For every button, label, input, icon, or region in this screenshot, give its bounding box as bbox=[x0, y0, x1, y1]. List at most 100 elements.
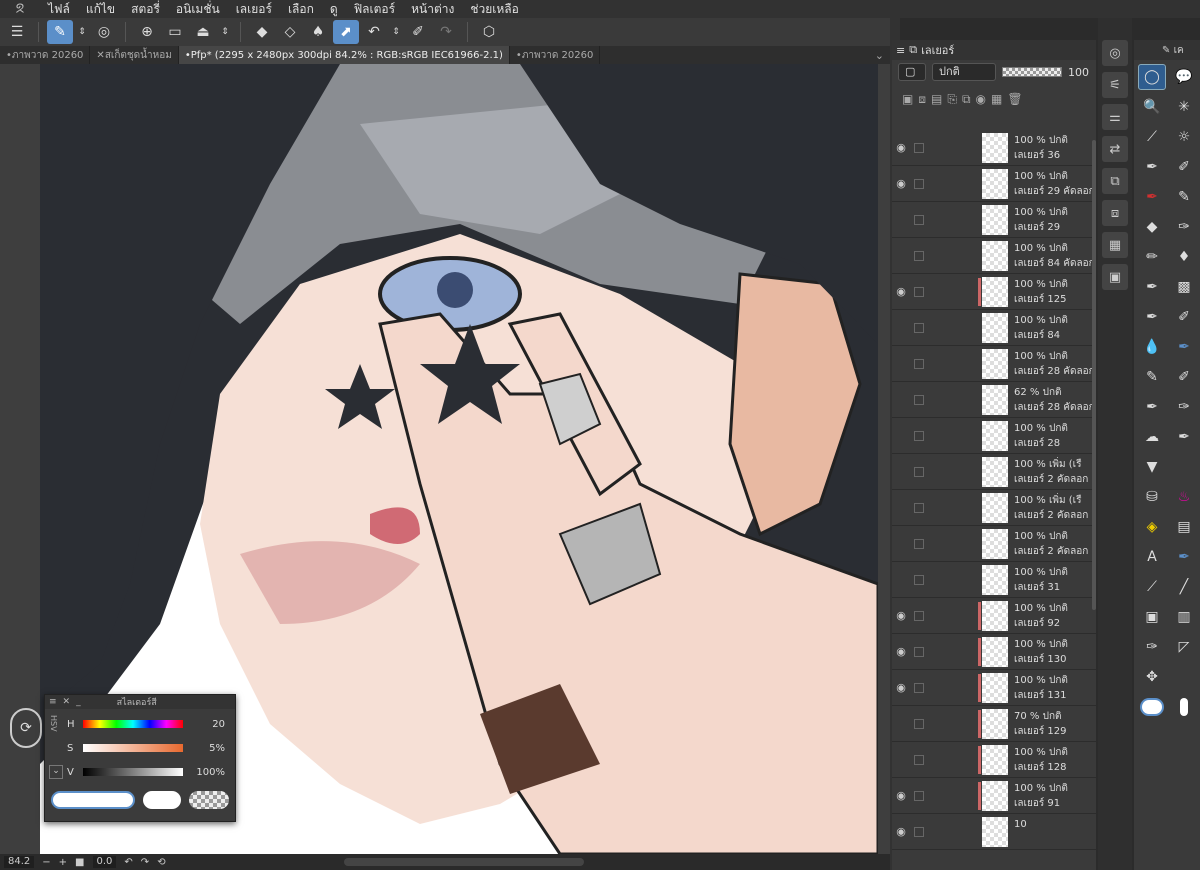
tab-document-1[interactable]: • ภาพวาด 20260 bbox=[0, 46, 91, 64]
sun-tool-icon[interactable]: ☼ bbox=[1170, 124, 1198, 150]
menu-icon[interactable]: ☰ bbox=[4, 20, 30, 44]
layer-checkbox[interactable] bbox=[914, 682, 924, 693]
main-color-chip[interactable] bbox=[1140, 698, 1164, 716]
undo-icon[interactable]: ↶ bbox=[361, 20, 387, 44]
eye-icon[interactable]: ◉ bbox=[892, 285, 910, 298]
text-tool-icon[interactable]: A bbox=[1138, 544, 1166, 570]
layer-checkbox[interactable] bbox=[914, 358, 924, 369]
layer-thumbnail[interactable] bbox=[982, 493, 1008, 523]
minimize-icon[interactable]: _ bbox=[76, 697, 81, 707]
redo-icon[interactable]: ↷ bbox=[433, 20, 459, 44]
navigator-icon[interactable]: ◎ bbox=[1102, 40, 1128, 66]
main-color-swatch[interactable] bbox=[51, 791, 135, 809]
hue-value[interactable]: 20 bbox=[189, 719, 225, 730]
eraser-tool-icon[interactable]: ◆ bbox=[1138, 214, 1166, 240]
saturation-value[interactable]: 5% bbox=[189, 743, 225, 754]
sub-color-chip[interactable] bbox=[1180, 698, 1188, 716]
stepper-icon[interactable]: ⇕ bbox=[218, 20, 232, 44]
tab-document-4[interactable]: • ภาพวาด 20260 bbox=[510, 46, 601, 64]
ink-pen-tool-icon[interactable]: ✒ bbox=[1138, 274, 1166, 300]
layer-thumbnail[interactable] bbox=[982, 709, 1008, 739]
main-color-circle[interactable] bbox=[1138, 694, 1166, 720]
value-value[interactable]: 100% bbox=[189, 767, 225, 778]
frame-tool-icon[interactable]: ▣ bbox=[1138, 604, 1166, 630]
value-bar[interactable] bbox=[83, 768, 183, 776]
copy-layer-icon[interactable]: ⎘ bbox=[947, 92, 957, 107]
feather-tool-icon[interactable]: ✐ bbox=[1170, 364, 1198, 390]
layer-checkbox[interactable] bbox=[914, 214, 924, 225]
new-vector-layer-icon[interactable]: ⧈ bbox=[918, 92, 926, 107]
sub-color-swatch[interactable] bbox=[143, 791, 181, 809]
transform-panel-icon[interactable]: ⇄ bbox=[1102, 136, 1128, 162]
sub-color-circle[interactable] bbox=[1170, 694, 1198, 720]
saturation-slider[interactable]: S 5% bbox=[67, 741, 225, 755]
layer-row[interactable]: ◉ 100 % ปกติ เลเยอร์ 92 bbox=[892, 598, 1096, 634]
mask-icon[interactable]: ◉ bbox=[976, 92, 986, 106]
3d-object-icon[interactable]: ⬡ bbox=[476, 20, 502, 44]
menu-item-8[interactable]: หน้าต่าง bbox=[403, 0, 462, 19]
layer-thumbnail[interactable] bbox=[982, 313, 1008, 343]
opacity-slider[interactable] bbox=[1002, 67, 1062, 77]
pattern-tool-icon[interactable]: ▩ bbox=[1170, 274, 1198, 300]
layer-checkbox[interactable] bbox=[914, 502, 924, 513]
zoom-in-icon[interactable]: + bbox=[59, 857, 67, 868]
layer-thumbnail[interactable] bbox=[982, 421, 1008, 451]
eraser-icon[interactable]: ◆ bbox=[249, 20, 275, 44]
layer-thumbnail[interactable] bbox=[982, 637, 1008, 667]
tab-document-3[interactable]: • Pfp* (2295 x 2480px 300dpi 84.2% : RGB… bbox=[178, 46, 510, 64]
layer-row[interactable]: 100 % ปกติ เลเยอร์ 128 bbox=[892, 742, 1096, 778]
layer-checkbox[interactable] bbox=[914, 394, 924, 405]
menu-item-0[interactable]: ไฟล์ bbox=[40, 0, 78, 19]
correct-line-tool-icon[interactable]: ✑ bbox=[1138, 634, 1166, 660]
angle-value[interactable]: 0.0 bbox=[92, 856, 117, 868]
decoration-tool-icon[interactable]: ✒ bbox=[1138, 394, 1166, 420]
quill-tool-icon[interactable]: ✑ bbox=[1170, 394, 1198, 420]
menu-item-5[interactable]: เลือก bbox=[280, 0, 322, 19]
pencil-tool-icon[interactable]: ✏ bbox=[1138, 244, 1166, 270]
layer-thumbnail[interactable] bbox=[982, 565, 1008, 595]
fit-icon[interactable]: ■ bbox=[75, 857, 84, 868]
pen-tool-icon[interactable]: ✒ bbox=[1138, 154, 1166, 180]
line-tool-icon[interactable]: ╱ bbox=[1170, 574, 1198, 600]
opacity-value[interactable]: 100 bbox=[1068, 66, 1089, 79]
rotate-right-icon[interactable]: ↷ bbox=[141, 857, 149, 868]
companion-icon[interactable]: ◎ bbox=[91, 20, 117, 44]
layers-panel-icon[interactable]: ⧉ bbox=[1102, 168, 1128, 194]
layer-checkbox[interactable] bbox=[914, 646, 924, 657]
layer-row[interactable]: 70 % ปกติ เลเยอร์ 129 bbox=[892, 706, 1096, 742]
panel-grip-icon[interactable]: ≡ bbox=[896, 44, 905, 57]
operation-tool-icon[interactable]: ✒ bbox=[1170, 544, 1198, 570]
hue-slider[interactable]: H 20 bbox=[67, 717, 225, 731]
water-tool-icon[interactable]: 💧 bbox=[1138, 334, 1166, 360]
menu-item-9[interactable]: ช่วยเหลือ bbox=[462, 0, 527, 19]
open-file-icon[interactable]: ▭ bbox=[162, 20, 188, 44]
layer-checkbox[interactable] bbox=[914, 754, 924, 765]
merge-layer-icon[interactable]: ⧉ bbox=[962, 92, 971, 107]
sub-tool-detail-icon[interactable]: ⚟ bbox=[1102, 72, 1128, 98]
new-raster-layer-icon[interactable]: ▣ bbox=[902, 92, 913, 106]
saturation-bar[interactable] bbox=[83, 744, 183, 752]
sticker-tool-icon[interactable]: ◈ bbox=[1138, 514, 1166, 540]
layer-row[interactable]: ◉ 100 % ปกติ เลเยอร์ 125 bbox=[892, 274, 1096, 310]
tool-property-icon[interactable]: ⚌ bbox=[1102, 104, 1128, 130]
close-icon[interactable]: ✕ bbox=[63, 697, 71, 707]
ruler-tool-icon[interactable]: ◸ bbox=[1170, 634, 1198, 660]
layer-row[interactable]: ◉ 100 % ปกติ เลเยอร์ 91 bbox=[892, 778, 1096, 814]
menu-item-3[interactable]: อนิเมชั่น bbox=[168, 0, 228, 19]
layer-checkbox[interactable] bbox=[914, 286, 924, 297]
layer-row[interactable]: 100 % ปกติ เลเยอร์ 28 bbox=[892, 418, 1096, 454]
stepper-icon[interactable]: ⇕ bbox=[75, 20, 89, 44]
new-file-icon[interactable]: ⊕ bbox=[134, 20, 160, 44]
layer-color-toggle[interactable]: ▢ bbox=[898, 63, 926, 81]
layer-checkbox[interactable] bbox=[914, 538, 924, 549]
chevron-down-icon[interactable]: ⌄ bbox=[875, 49, 890, 62]
gradient-fill-tool-icon[interactable]: ▥ bbox=[1170, 604, 1198, 630]
tab-layers[interactable]: เลเยอร์ bbox=[921, 41, 954, 59]
clear-icon[interactable]: ◇ bbox=[277, 20, 303, 44]
chisel-tool-icon[interactable]: ✑ bbox=[1170, 214, 1198, 240]
layer-row[interactable]: ◉ 10 bbox=[892, 814, 1096, 850]
layer-row[interactable]: 100 % ปกติ เลเยอร์ 84 คัดลอก bbox=[892, 238, 1096, 274]
brush-tab-icon[interactable]: ✎ bbox=[1162, 45, 1170, 56]
layer-thumbnail[interactable] bbox=[982, 529, 1008, 559]
layer-row[interactable]: 100 % เพิ่ม (เรื เลเยอร์ 2 คัดลอก bbox=[892, 490, 1096, 526]
